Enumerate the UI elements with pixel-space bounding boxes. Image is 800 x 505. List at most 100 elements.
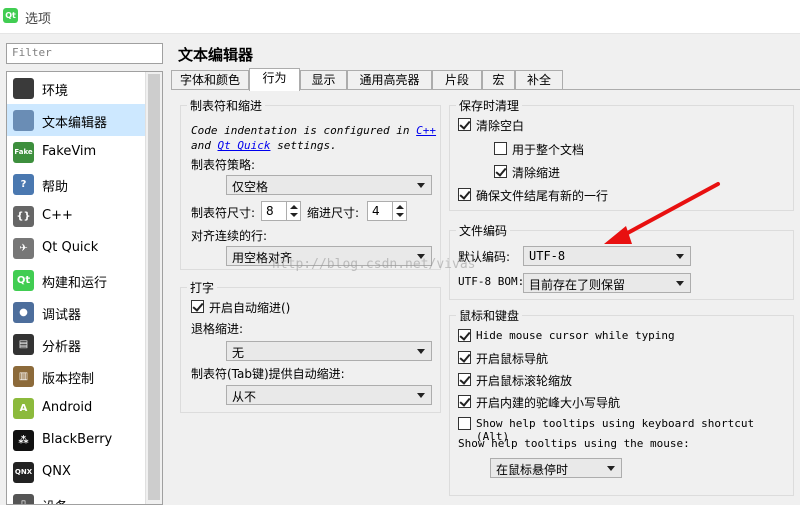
group-title: 保存时清理 — [456, 97, 523, 114]
category-label: 调试器 — [42, 308, 82, 323]
indent-size-spinbox[interactable]: 4 — [367, 201, 407, 221]
tab-size-label: 制表符尺寸: — [191, 206, 256, 220]
category-item[interactable]: QNX QNX — [7, 456, 146, 488]
mouse-nav-checkbox[interactable] — [458, 351, 471, 364]
default-encoding-select[interactable]: UTF-8 — [523, 246, 691, 266]
chevron-down-icon — [417, 183, 425, 188]
chevron-down-icon — [676, 254, 684, 259]
category-scrollbar[interactable] — [145, 72, 162, 504]
tab-completion[interactable]: 补全 — [515, 70, 563, 90]
tabs-indent-group: 制表符和缩进 Code indentation is configured in… — [180, 97, 441, 270]
keyboard-tooltips-checkbox[interactable] — [458, 417, 471, 430]
mouse-tooltips-select[interactable]: 在鼠标悬停时 — [490, 458, 622, 478]
help-icon: ? — [13, 174, 34, 195]
tab-size-spinbox[interactable]: 8 — [261, 201, 301, 221]
bom-select[interactable]: 目前存在了则保留 — [523, 273, 691, 293]
tab-macros[interactable]: 宏 — [482, 70, 515, 90]
title-bar: Qt 选项 — [0, 0, 800, 34]
tab-behavior[interactable]: 行为 — [249, 68, 300, 91]
category-item[interactable]: A Android — [7, 392, 146, 424]
category-item[interactable]: ▯ 设备 — [7, 488, 146, 504]
auto-indent-label: 开启自动缩进() — [209, 301, 291, 315]
category-label: FakeVim — [42, 144, 97, 159]
category-item[interactable]: ⁂ BlackBerry — [7, 424, 146, 456]
combo-value: 无 — [232, 346, 245, 360]
category-label: BlackBerry — [42, 432, 113, 447]
typing-group: 打字 开启自动缩进() 退格缩进: 无 制表符(Tab键)提供自动缩进: 从不 — [180, 279, 441, 413]
tab-snippets[interactable]: 片段 — [432, 70, 482, 90]
hide-cursor-checkbox[interactable] — [458, 329, 471, 342]
category-label: QNX — [42, 464, 71, 479]
combo-value: 从不 — [232, 390, 257, 404]
category-label: 版本控制 — [42, 372, 95, 387]
combo-value: 在鼠标悬停时 — [496, 463, 569, 477]
backspace-indent-select[interactable]: 无 — [226, 341, 432, 361]
chevron-down-icon — [607, 466, 615, 471]
tab-font-colors[interactable]: 字体和颜色 — [171, 70, 249, 90]
category-label: 帮助 — [42, 180, 69, 195]
chevron-down-icon — [676, 281, 684, 286]
category-label: Qt Quick — [42, 240, 99, 255]
cpp-settings-link[interactable]: C++ — [416, 124, 436, 137]
wheel-zoom-checkbox[interactable] — [458, 373, 471, 386]
category-item[interactable]: 文本编辑器 — [7, 104, 146, 136]
qt-quick-settings-link[interactable]: Qt Quick — [218, 139, 271, 152]
category-item[interactable]: {} C++ — [7, 200, 146, 232]
qt-app-icon: Qt — [3, 8, 18, 23]
qt-quick-icon: ✈ — [13, 238, 34, 259]
clean-whitespace-checkbox[interactable] — [458, 118, 471, 131]
align-select[interactable]: 用空格对齐 — [226, 246, 432, 266]
arrow-down-icon — [396, 213, 404, 217]
tab-generic-highlighter[interactable]: 通用高亮器 — [347, 70, 432, 90]
category-item[interactable]: ▥ 版本控制 — [7, 360, 146, 392]
ensure-newline-label: 确保文件结尾有新的一行 — [476, 189, 609, 203]
scrollbar-thumb[interactable] — [148, 74, 160, 500]
tab-policy-select[interactable]: 仅空格 — [226, 175, 432, 195]
combo-value: 目前存在了则保留 — [529, 278, 626, 292]
spin-buttons[interactable] — [392, 202, 406, 220]
chevron-down-icon — [417, 393, 425, 398]
clean-indent-label: 清除缩进 — [512, 166, 561, 180]
whole-document-checkbox[interactable] — [494, 142, 507, 155]
indent-description: Code indentation is configured in C++ — [191, 124, 436, 137]
category-item[interactable]: Fake FakeVim — [7, 136, 146, 168]
device-icon: ▯ — [13, 494, 34, 504]
combo-value: 用空格对齐 — [232, 251, 293, 265]
arrow-down-icon — [290, 213, 298, 217]
desc-text: and — [191, 139, 218, 152]
category-list[interactable]: ▯ 设备 QNX QNX ⁂ BlackBerry A Android ▥ 版本控制 ▤ 分析器 ● 调试… — [6, 71, 163, 505]
version-control-icon: ▥ — [13, 366, 34, 387]
tab-key-indent-select[interactable]: 从不 — [226, 385, 432, 405]
category-item[interactable]: ? 帮助 — [7, 168, 146, 200]
tab-display[interactable]: 显示 — [300, 70, 347, 90]
backspace-label: 退格缩进: — [191, 322, 244, 336]
indent-description-line2: and Qt Quick settings. — [191, 139, 337, 152]
android-icon: A — [13, 398, 34, 419]
filter-input[interactable]: Filter — [6, 43, 163, 64]
group-title: 文件编码 — [456, 222, 511, 239]
window-title: 选项 — [25, 12, 52, 27]
mouse-nav-label: 开启鼠标导航 — [476, 352, 549, 366]
category-item[interactable]: Qt 构建和运行 — [7, 264, 146, 296]
build-run-icon: Qt — [13, 270, 34, 291]
auto-indent-checkbox[interactable] — [191, 300, 204, 313]
category-item[interactable]: 环境 — [7, 72, 146, 104]
camel-case-nav-checkbox[interactable] — [458, 395, 471, 408]
desc-text: settings. — [270, 139, 337, 152]
clean-indent-checkbox[interactable] — [494, 165, 507, 178]
category-item[interactable]: ✈ Qt Quick — [7, 232, 146, 264]
camel-case-nav-label: 开启内建的驼峰大小写导航 — [476, 396, 621, 410]
spin-buttons[interactable] — [286, 202, 300, 220]
hide-cursor-label: Hide mouse cursor while typing — [476, 329, 675, 342]
qnx-icon: QNX — [13, 462, 34, 483]
spin-value: 8 — [266, 204, 274, 218]
clean-whitespace-label: 清除空白 — [476, 119, 525, 133]
blackberry-icon: ⁂ — [13, 430, 34, 451]
category-item[interactable]: ● 调试器 — [7, 296, 146, 328]
desc-text: Code indentation is configured in — [191, 124, 417, 137]
category-item[interactable]: ▤ 分析器 — [7, 328, 146, 360]
category-label: Android — [42, 400, 93, 415]
mouse-tooltips-label: Show help tooltips using the mouse: — [458, 437, 690, 450]
category-label: 文本编辑器 — [42, 116, 108, 131]
ensure-newline-checkbox[interactable] — [458, 188, 471, 201]
